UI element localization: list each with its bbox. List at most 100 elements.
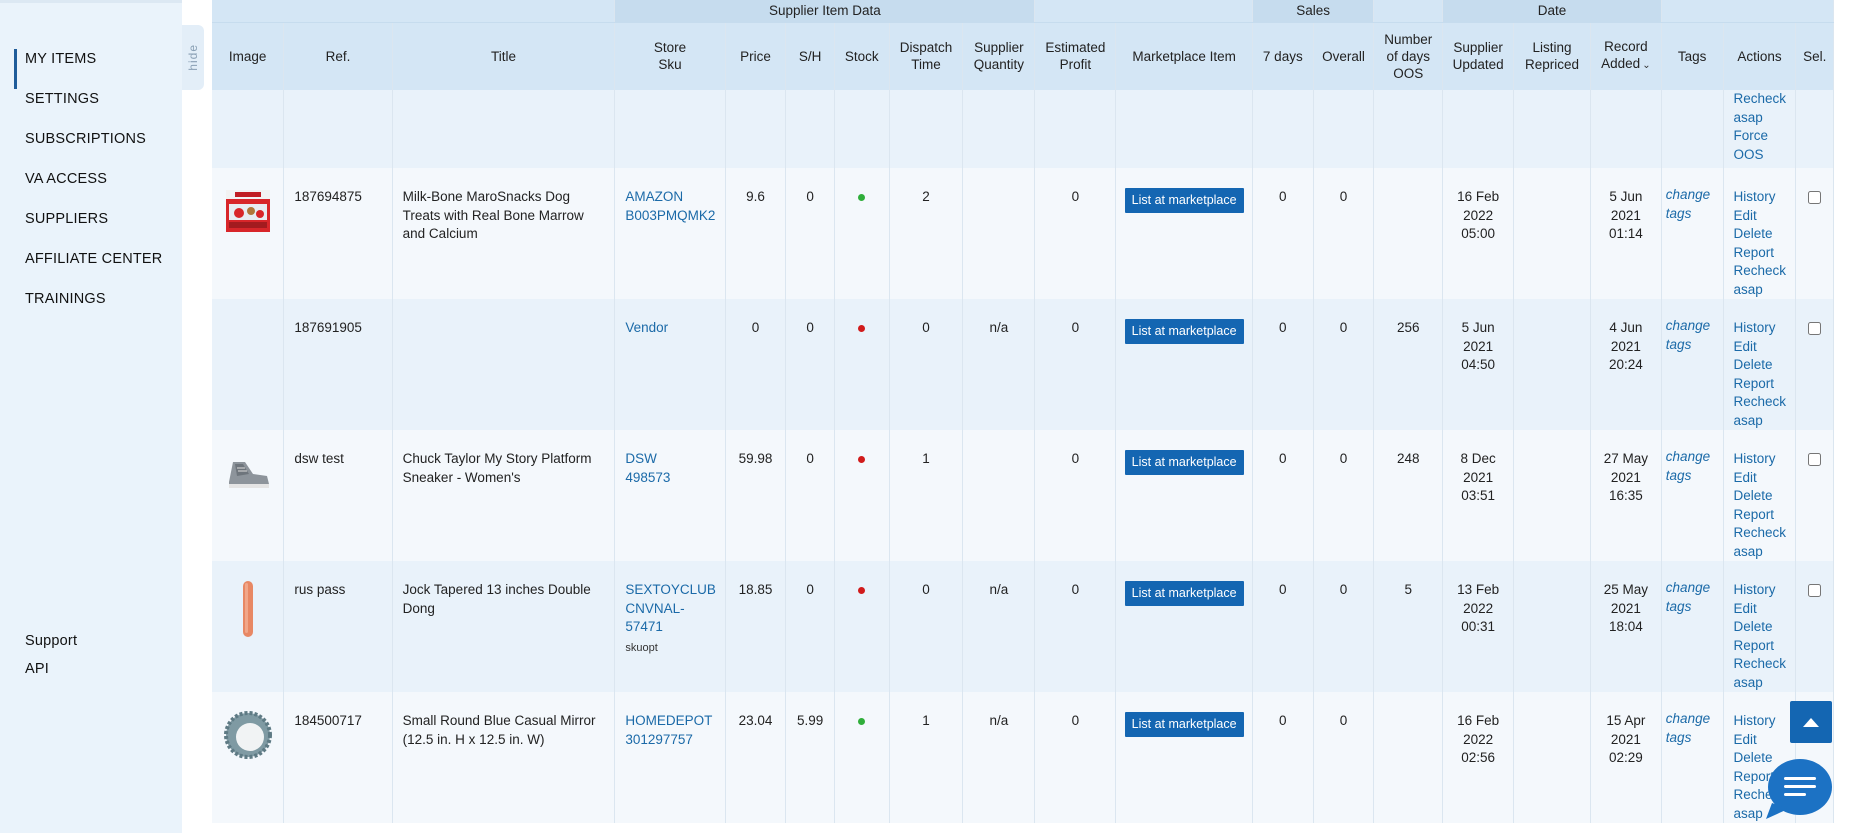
row-select-checkbox[interactable] (1808, 453, 1822, 466)
cell-select (1795, 430, 1834, 561)
col-marketplace-item[interactable]: Marketplace Item (1115, 22, 1253, 90)
col-listing-repriced[interactable]: Listing Repriced (1513, 22, 1591, 90)
col-title[interactable]: Title (392, 22, 616, 90)
action-recheck[interactable]: Recheck asap (1734, 655, 1796, 692)
action-delete[interactable]: Delete (1734, 356, 1796, 375)
cell-sales-7-days: 0 (1252, 168, 1314, 299)
action-delete[interactable]: Delete (1734, 618, 1796, 637)
row-actions: Recheck asap Force OOS (1723, 90, 1797, 168)
sidebar-item-trainings[interactable]: TRAININGS (14, 289, 162, 329)
list-at-marketplace-button[interactable]: List at marketplace (1124, 581, 1244, 606)
action-recheck[interactable]: Recheck asap (1734, 262, 1796, 299)
col-dispatch-time[interactable]: Dispatch Time (889, 22, 964, 90)
chat-bubble-icon (1766, 759, 1832, 819)
sidebar-item-settings[interactable]: SETTINGS (14, 89, 162, 129)
stock-status-dot-icon (858, 587, 866, 594)
col-actions: Actions (1723, 22, 1797, 90)
action-edit[interactable]: Edit (1734, 207, 1796, 226)
list-at-marketplace-button[interactable]: List at marketplace (1124, 450, 1244, 475)
cell-sh: 0 (785, 299, 835, 430)
row-select-checkbox[interactable] (1808, 191, 1822, 204)
col-supplier-quantity[interactable]: Supplier Quantity (962, 22, 1036, 90)
row-actions: History Edit Delete Report Recheck asap (1723, 168, 1797, 299)
sidebar-item-my-items[interactable]: MY ITEMS (14, 49, 162, 89)
change-tags-link[interactable]: change tags (1662, 186, 1723, 223)
cell-marketplace-item: List at marketplace (1115, 692, 1253, 823)
cell-days-oos: 256 (1373, 299, 1444, 430)
action-edit[interactable]: Edit (1734, 600, 1796, 619)
group-empty (1373, 0, 1444, 23)
action-history[interactable]: History (1734, 319, 1796, 338)
sidebar-hide-toggle[interactable]: hide (182, 25, 204, 90)
action-delete[interactable]: Delete (1734, 225, 1796, 244)
store-sku-link[interactable]: Vendor (625, 319, 716, 338)
action-history[interactable]: History (1734, 712, 1796, 731)
store-sku-link[interactable]: AMAZON B003PMQMK2 (625, 188, 716, 225)
chevron-down-icon[interactable]: ⌄ (1642, 60, 1650, 71)
action-recheck[interactable]: Recheck asap (1734, 524, 1796, 561)
col-estimated-profit[interactable]: Estimated Profit (1034, 22, 1117, 90)
action-report[interactable]: Report (1734, 637, 1796, 656)
chat-widget-button[interactable] (1762, 755, 1834, 821)
product-image-mirror[interactable] (223, 710, 273, 760)
list-at-marketplace-button[interactable]: List at marketplace (1124, 188, 1244, 213)
product-image-pink[interactable] (228, 579, 268, 639)
col-stock[interactable]: Stock (834, 22, 890, 90)
action-recheck[interactable]: Recheck asap (1734, 393, 1796, 430)
action-report[interactable]: Report (1734, 244, 1796, 263)
col-days-oos[interactable]: Number of days OOS (1373, 22, 1444, 90)
cell-dispatch-time: 2 (889, 168, 964, 299)
row-select-checkbox[interactable] (1808, 322, 1822, 335)
stock-status-dot-icon (858, 718, 866, 725)
list-at-marketplace-button[interactable]: List at marketplace (1124, 319, 1244, 344)
sidebar-item-support[interactable]: Support (25, 631, 77, 659)
action-report[interactable]: Report (1734, 375, 1796, 394)
col-ref[interactable]: Ref. (283, 22, 393, 90)
sidebar-item-api[interactable]: API (25, 659, 77, 687)
list-at-marketplace-button[interactable]: List at marketplace (1124, 712, 1244, 737)
action-edit[interactable]: Edit (1734, 731, 1796, 750)
action-delete[interactable]: Delete (1734, 487, 1796, 506)
cell-record-added: 15 Apr 2021 02:29 (1590, 692, 1662, 823)
items-table-container[interactable]: Supplier Item Data Sales Date Image Ref.… (212, 0, 1834, 833)
stock-status-dot-icon (858, 194, 866, 201)
action-force-oos[interactable]: Force OOS (1734, 127, 1796, 164)
scroll-to-top-button[interactable] (1790, 701, 1832, 743)
sidebar-item-va-access[interactable]: VA ACCESS (14, 169, 162, 209)
action-recheck[interactable]: Recheck asap (1734, 90, 1796, 127)
change-tags-link[interactable]: change tags (1662, 579, 1723, 616)
cell-dispatch-time: 1 (889, 430, 964, 561)
col-supplier-updated[interactable]: Supplier Updated (1442, 22, 1515, 90)
col-sales-overall[interactable]: Overall (1313, 22, 1375, 90)
action-report[interactable]: Report (1734, 506, 1796, 525)
col-sh[interactable]: S/H (785, 22, 835, 90)
sidebar-item-affiliate-center[interactable]: AFFILIATE CENTER (14, 249, 162, 289)
action-history[interactable]: History (1734, 188, 1796, 207)
change-tags-link[interactable]: change tags (1662, 448, 1723, 485)
change-tags-link[interactable]: change tags (1662, 710, 1723, 747)
col-price[interactable]: Price (725, 22, 787, 90)
cell-supplier-updated: 8 Dec 2021 03:51 (1442, 430, 1515, 561)
col-sales-7-days[interactable]: 7 days (1252, 22, 1314, 90)
cell-estimated-profit: 0 (1034, 561, 1117, 692)
cell-ref: rus pass (283, 561, 393, 692)
sidebar-item-suppliers[interactable]: SUPPLIERS (14, 209, 162, 249)
action-edit[interactable]: Edit (1734, 338, 1796, 357)
stock-status-dot-icon (858, 456, 866, 463)
action-history[interactable]: History (1734, 450, 1796, 469)
store-sku-link[interactable]: HOMEDEPOT 301297757 (625, 712, 716, 749)
cell-sales-7-days: 0 (1252, 692, 1314, 823)
col-record-added[interactable]: Record Added ⌄ (1590, 22, 1662, 90)
sidebar-item-subscriptions[interactable]: SUBSCRIPTIONS (14, 129, 162, 169)
product-image-sneaker[interactable] (223, 448, 273, 498)
col-tags: Tags (1661, 22, 1724, 90)
col-store-sku[interactable]: Store Sku (614, 22, 726, 90)
row-select-checkbox[interactable] (1808, 584, 1822, 597)
action-history[interactable]: History (1734, 581, 1796, 600)
product-image-dog-treats[interactable] (223, 186, 273, 236)
cell-supplier-quantity: n/a (962, 299, 1036, 430)
store-sku-link[interactable]: SEXTOYCLUB CNVNAL- 57471 (625, 581, 716, 637)
action-edit[interactable]: Edit (1734, 469, 1796, 488)
store-sku-link[interactable]: DSW 498573 (625, 450, 716, 487)
change-tags-link[interactable]: change tags (1662, 317, 1723, 354)
